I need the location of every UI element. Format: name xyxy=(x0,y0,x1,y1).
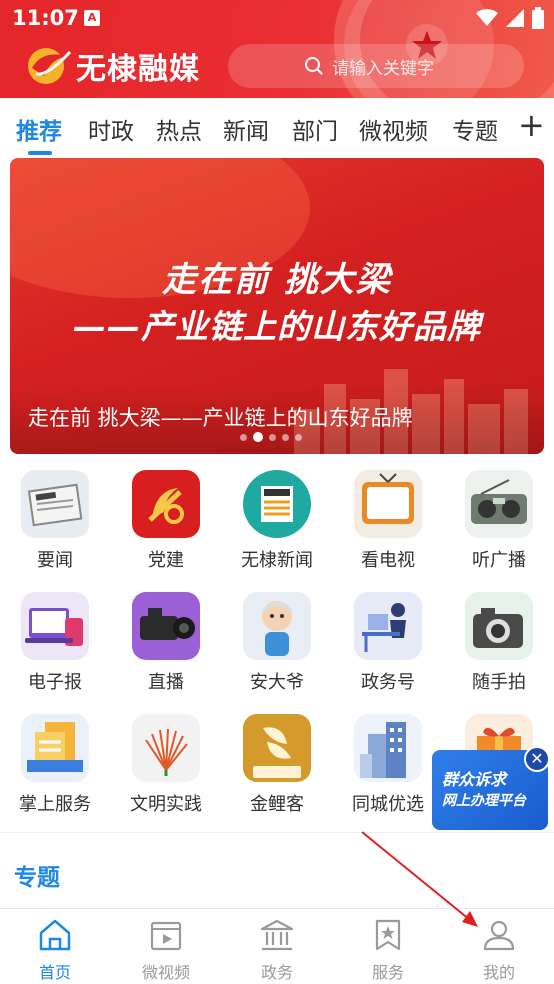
government-building-icon xyxy=(260,919,294,951)
carousel-dot-active[interactable] xyxy=(253,432,263,442)
service-yaowen[interactable]: 要闻 xyxy=(0,470,110,572)
desk-person-icon xyxy=(354,592,422,660)
tab-news[interactable]: 新闻 xyxy=(223,112,269,146)
video-clip-icon xyxy=(150,921,182,951)
active-tab-indicator xyxy=(28,151,52,155)
appeal-banner-line2: 网上办理平台 xyxy=(442,793,526,809)
service-gov-account[interactable]: 政务号 xyxy=(333,592,443,694)
app-logo: 无棣融媒 xyxy=(26,44,200,88)
banner-caption: 走在前 挑大梁——产业链上的山东好品牌 xyxy=(28,406,413,430)
nav-label: 首页 xyxy=(38,963,71,982)
tab-recommend[interactable]: 推荐 xyxy=(16,112,62,146)
service-label: 掌上服务 xyxy=(19,794,91,815)
close-icon[interactable]: ✕ xyxy=(524,746,550,772)
nav-label: 服务 xyxy=(371,963,404,982)
carousel-dot[interactable] xyxy=(269,433,276,441)
banner-carousel[interactable]: 走在前 挑大梁 ——产业链上的山东好品牌 走在前 挑大梁——产业链上的山东好品牌 xyxy=(10,158,544,454)
camera-icon xyxy=(465,592,533,660)
party-emblem-icon xyxy=(132,470,200,538)
service-label: 金鲤客 xyxy=(250,794,304,815)
service-label: 安大爷 xyxy=(250,672,304,693)
search-placeholder: 请输入关键字 xyxy=(332,58,434,79)
tab-topics[interactable]: 专题 xyxy=(452,112,498,146)
service-civilization[interactable]: 文明实践 xyxy=(111,714,221,816)
status-icons xyxy=(476,7,544,29)
service-mobile-service[interactable]: 掌上服务 xyxy=(0,714,110,816)
battery-icon xyxy=(532,7,544,29)
service-tv[interactable]: 看电视 xyxy=(333,470,443,572)
bottom-navigation: 首页 微视频 政务 服务 我的 xyxy=(0,908,554,984)
service-label: 文明实践 xyxy=(130,794,202,815)
appeal-banner-line1: 群众诉求 xyxy=(442,770,507,789)
category-tabs: 推荐 时政 热点 新闻 部门 微视频 专题 + xyxy=(0,98,554,156)
tab-departments[interactable]: 部门 xyxy=(292,112,338,146)
fan-icon xyxy=(132,714,200,782)
devices-icon xyxy=(21,592,89,660)
tab-hot[interactable]: 热点 xyxy=(156,112,202,146)
service-label: 同城优选 xyxy=(352,794,424,815)
service-label: 政务号 xyxy=(361,672,415,693)
service-label: 无棣新闻 xyxy=(241,550,313,571)
app-header: 11:07 A 无棣融媒 请输入关键字 xyxy=(0,0,554,98)
radio-icon xyxy=(465,470,533,538)
service-label: 听广播 xyxy=(472,550,526,571)
grandpa-icon xyxy=(243,592,311,660)
nav-label: 政务 xyxy=(260,963,293,982)
service-local-select[interactable]: 同城优选 xyxy=(333,714,443,816)
nav-label: 微视频 xyxy=(141,963,190,982)
banner-headline-line1: 走在前 挑大梁 xyxy=(162,260,392,300)
service-label: 电子报 xyxy=(28,672,82,693)
notification-icon: A xyxy=(84,10,100,26)
video-camera-icon xyxy=(132,592,200,660)
add-tab-button[interactable]: + xyxy=(518,108,545,142)
carousel-dot[interactable] xyxy=(240,433,247,441)
service-label: 看电视 xyxy=(361,550,415,571)
tab-politics[interactable]: 时政 xyxy=(88,112,134,146)
service-label: 要闻 xyxy=(37,550,73,571)
nav-government[interactable]: 政务 xyxy=(222,917,332,983)
service-epaper[interactable]: 电子报 xyxy=(0,592,110,694)
search-icon xyxy=(305,57,323,75)
app-name: 无棣融媒 xyxy=(76,52,200,87)
person-icon xyxy=(483,920,515,951)
news-badge-icon xyxy=(243,470,311,538)
tab-micro-video[interactable]: 微视频 xyxy=(359,112,428,146)
service-radio[interactable]: 听广播 xyxy=(444,470,554,572)
service-snapshot[interactable]: 随手拍 xyxy=(444,592,554,694)
nav-home[interactable]: 首页 xyxy=(0,917,110,983)
golden-carp-icon xyxy=(243,714,311,782)
nav-mine[interactable]: 我的 xyxy=(444,917,554,983)
section-title-topics[interactable]: 专题 xyxy=(14,858,60,892)
service-golden-carp[interactable]: 金鲤客 xyxy=(222,714,332,816)
home-icon xyxy=(39,919,71,951)
tv-icon xyxy=(354,470,422,538)
carousel-dot[interactable] xyxy=(282,433,289,441)
section-divider xyxy=(0,832,554,833)
buildings-icon xyxy=(354,714,422,782)
service-label: 随手拍 xyxy=(472,672,526,693)
newspaper-icon xyxy=(21,470,89,538)
nav-label: 我的 xyxy=(482,963,515,982)
service-label: 党建 xyxy=(148,550,184,571)
nav-services[interactable]: 服务 xyxy=(333,917,443,983)
service-party[interactable]: 党建 xyxy=(111,470,221,572)
appeal-platform-banner[interactable]: 群众诉求 网上办理平台 ✕ xyxy=(432,746,550,830)
service-label: 直播 xyxy=(148,672,184,693)
wifi-icon xyxy=(476,9,498,26)
banner-headline-line2: ——产业链上的山东好品牌 xyxy=(73,307,481,346)
service-wudi-news[interactable]: 无棣新闻 xyxy=(222,470,332,572)
status-time: 11:07 xyxy=(12,6,79,30)
carousel-indicator xyxy=(240,432,302,442)
service-live[interactable]: 直播 xyxy=(111,592,221,694)
nav-micro-video[interactable]: 微视频 xyxy=(111,917,221,983)
app-logo-icon xyxy=(28,48,72,84)
signal-icon xyxy=(506,9,524,27)
search-bar[interactable]: 请输入关键字 xyxy=(228,44,524,88)
service-grandpa[interactable]: 安大爷 xyxy=(222,592,332,694)
status-bar: 11:07 A xyxy=(0,0,554,38)
service-docs-icon xyxy=(21,714,89,782)
carousel-dot[interactable] xyxy=(295,433,302,441)
star-bookmark-icon xyxy=(375,919,401,951)
